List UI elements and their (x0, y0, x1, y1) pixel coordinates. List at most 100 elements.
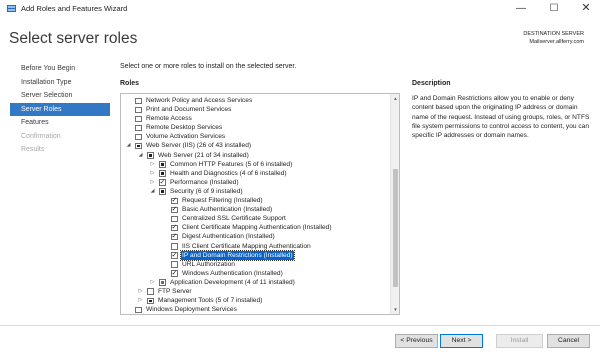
minimize-button[interactable]: — (505, 1, 537, 16)
role-tree-row[interactable]: Centralized SSL Certificate Support (121, 214, 391, 223)
role-label: Health and Diagnostics (4 of 6 installed… (170, 169, 287, 177)
role-checkbox[interactable] (135, 115, 142, 123)
role-tree-row[interactable]: Digest Authentication (Installed) (121, 232, 391, 241)
roles-tree-list: Network Policy and Access Services Print … (121, 96, 391, 314)
triangle-expanded-icon[interactable]: ◢ (125, 141, 132, 150)
next-button[interactable]: Next > (440, 334, 483, 348)
role-checkbox[interactable] (171, 223, 178, 232)
role-tree-row[interactable]: ▷ FTP Server (121, 287, 391, 296)
window-title: Add Roles and Features Wizard (21, 4, 128, 13)
cancel-button[interactable]: Cancel (547, 334, 590, 348)
role-label: Remote Desktop Services (146, 124, 223, 132)
roles-tree[interactable]: Network Policy and Access Services Print … (120, 93, 400, 315)
role-tree-row[interactable]: IIS Client Certificate Mapping Authentic… (121, 242, 391, 251)
role-label: Performance (Installed) (170, 178, 239, 186)
role-tree-row[interactable]: Basic Authentication (Installed) (121, 205, 391, 214)
role-label: Web Server (IIS) (26 of 43 installed) (146, 142, 252, 150)
triangle-collapsed-icon[interactable]: ▷ (149, 160, 156, 169)
role-label: Network Policy and Access Services (146, 97, 253, 104)
role-tree-row[interactable]: ▷ Application Development (4 of 11 instal… (121, 278, 391, 287)
role-label: Print and Document Services (146, 106, 232, 114)
instruction-text: Select one or more roles to install on t… (120, 63, 297, 70)
role-tree-row[interactable]: Request Filtering (Installed) (121, 196, 391, 205)
page-title: Select server roles (9, 30, 138, 47)
role-checkbox[interactable] (159, 170, 166, 177)
nav-item-server-roles[interactable]: Server Roles (10, 102, 110, 116)
previous-button[interactable]: < Previous (395, 334, 438, 348)
role-label: Windows Deployment Services (146, 306, 237, 314)
nav-item-features[interactable]: Features (10, 116, 110, 130)
role-tree-row[interactable]: Remote Desktop Services (121, 123, 391, 132)
triangle-collapsed-icon[interactable]: ▷ (137, 287, 144, 296)
description-heading: Description (412, 80, 451, 87)
install-button[interactable]: Install (496, 334, 543, 348)
role-checkbox[interactable] (135, 124, 142, 132)
role-label: Management Tools (5 of 7 installed) (158, 297, 263, 305)
destination-server-value: Mailserver.allferry.com (529, 39, 584, 45)
role-checkbox[interactable] (159, 188, 166, 195)
triangle-collapsed-icon[interactable]: ▷ (149, 178, 156, 187)
vertical-scrollbar[interactable]: ▲ ▼ (390, 94, 399, 314)
title-bar: Add Roles and Features Wizard — ☐ ✕ (0, 0, 600, 18)
role-checkbox[interactable] (159, 178, 166, 186)
role-tree-row[interactable]: Remote Access (121, 114, 391, 123)
role-checkbox[interactable] (135, 106, 142, 114)
close-button[interactable]: ✕ (570, 1, 600, 16)
role-tree-row[interactable]: URL Authorization (121, 260, 391, 269)
role-tree-row[interactable]: Volume Activation Services (121, 132, 391, 141)
role-checkbox[interactable] (171, 251, 178, 259)
role-checkbox[interactable] (135, 97, 142, 104)
triangle-expanded-icon[interactable]: ◢ (137, 151, 144, 160)
role-checkbox[interactable] (135, 306, 142, 314)
role-tree-row[interactable]: Windows Authentication (Installed) (121, 269, 391, 278)
role-checkbox[interactable] (159, 279, 166, 286)
role-checkbox[interactable] (171, 269, 178, 277)
role-label: IP and Domain Restrictions (Installed) (180, 249, 295, 261)
role-tree-row[interactable]: ◢ Security (6 of 9 installed) (121, 187, 391, 196)
role-tree-row[interactable]: ▷ Health and Diagnostics (4 of 6 installe… (121, 169, 391, 178)
role-tree-row[interactable]: IP and Domain Restrictions (Installed) (121, 249, 391, 261)
role-tree-row[interactable]: Print and Document Services (121, 105, 391, 114)
role-label: Basic Authentication (Installed) (182, 206, 273, 214)
role-tree-row[interactable]: Client Certificate Mapping Authenticatio… (121, 223, 391, 232)
role-checkbox[interactable] (135, 142, 142, 150)
role-label: Client Certificate Mapping Authenticatio… (182, 224, 332, 232)
scroll-up-arrow-icon[interactable]: ▲ (391, 94, 399, 103)
role-checkbox[interactable] (171, 196, 178, 205)
triangle-collapsed-icon[interactable]: ▷ (149, 278, 156, 287)
role-checkbox[interactable] (159, 161, 166, 168)
nav-item-server-selection[interactable]: Server Selection (10, 89, 110, 103)
role-checkbox[interactable] (147, 288, 154, 295)
role-tree-row[interactable]: Network Policy and Access Services (121, 96, 391, 105)
role-tree-row[interactable]: ▷ Management Tools (5 of 7 installed) (121, 296, 391, 305)
triangle-expanded-icon[interactable]: ◢ (149, 187, 156, 196)
role-label: Security (6 of 9 installed) (170, 187, 243, 195)
role-label: Common HTTP Features (5 of 6 installed) (170, 160, 293, 168)
nav-item-before-you-begin[interactable]: Before You Begin (10, 62, 110, 76)
role-tree-row[interactable]: ◢ Web Server (21 of 34 installed) (121, 151, 391, 160)
footer-separator (0, 325, 600, 326)
role-checkbox[interactable] (171, 215, 178, 223)
role-label: FTP Server (158, 287, 192, 295)
role-checkbox[interactable] (171, 261, 178, 268)
triangle-collapsed-icon[interactable]: ▷ (137, 296, 144, 305)
role-label: Web Server (21 of 34 installed) (158, 151, 249, 159)
role-tree-row[interactable]: ▷ Common HTTP Features (5 of 6 installed) (121, 160, 391, 169)
nav-item-confirmation: Confirmation (21, 132, 61, 140)
roles-heading: Roles (120, 80, 140, 87)
role-checkbox[interactable] (171, 233, 178, 241)
scroll-thumb[interactable] (392, 169, 398, 287)
role-label: Remote Access (146, 115, 192, 123)
scroll-down-arrow-icon[interactable]: ▼ (391, 305, 399, 314)
role-checkbox[interactable] (171, 243, 178, 250)
role-checkbox[interactable] (147, 152, 154, 159)
maximize-button[interactable]: ☐ (538, 1, 570, 16)
role-tree-row[interactable]: ▷ Performance (Installed) (121, 178, 391, 187)
nav-item-installation-type[interactable]: Installation Type (10, 76, 110, 90)
triangle-collapsed-icon[interactable]: ▷ (149, 169, 156, 178)
role-tree-row[interactable]: ◢ Web Server (IIS) (26 of 43 installed) (121, 141, 391, 150)
role-checkbox[interactable] (171, 205, 178, 214)
role-checkbox[interactable] (135, 133, 142, 141)
role-checkbox[interactable] (147, 297, 154, 305)
role-tree-row[interactable]: Windows Deployment Services (121, 305, 391, 314)
